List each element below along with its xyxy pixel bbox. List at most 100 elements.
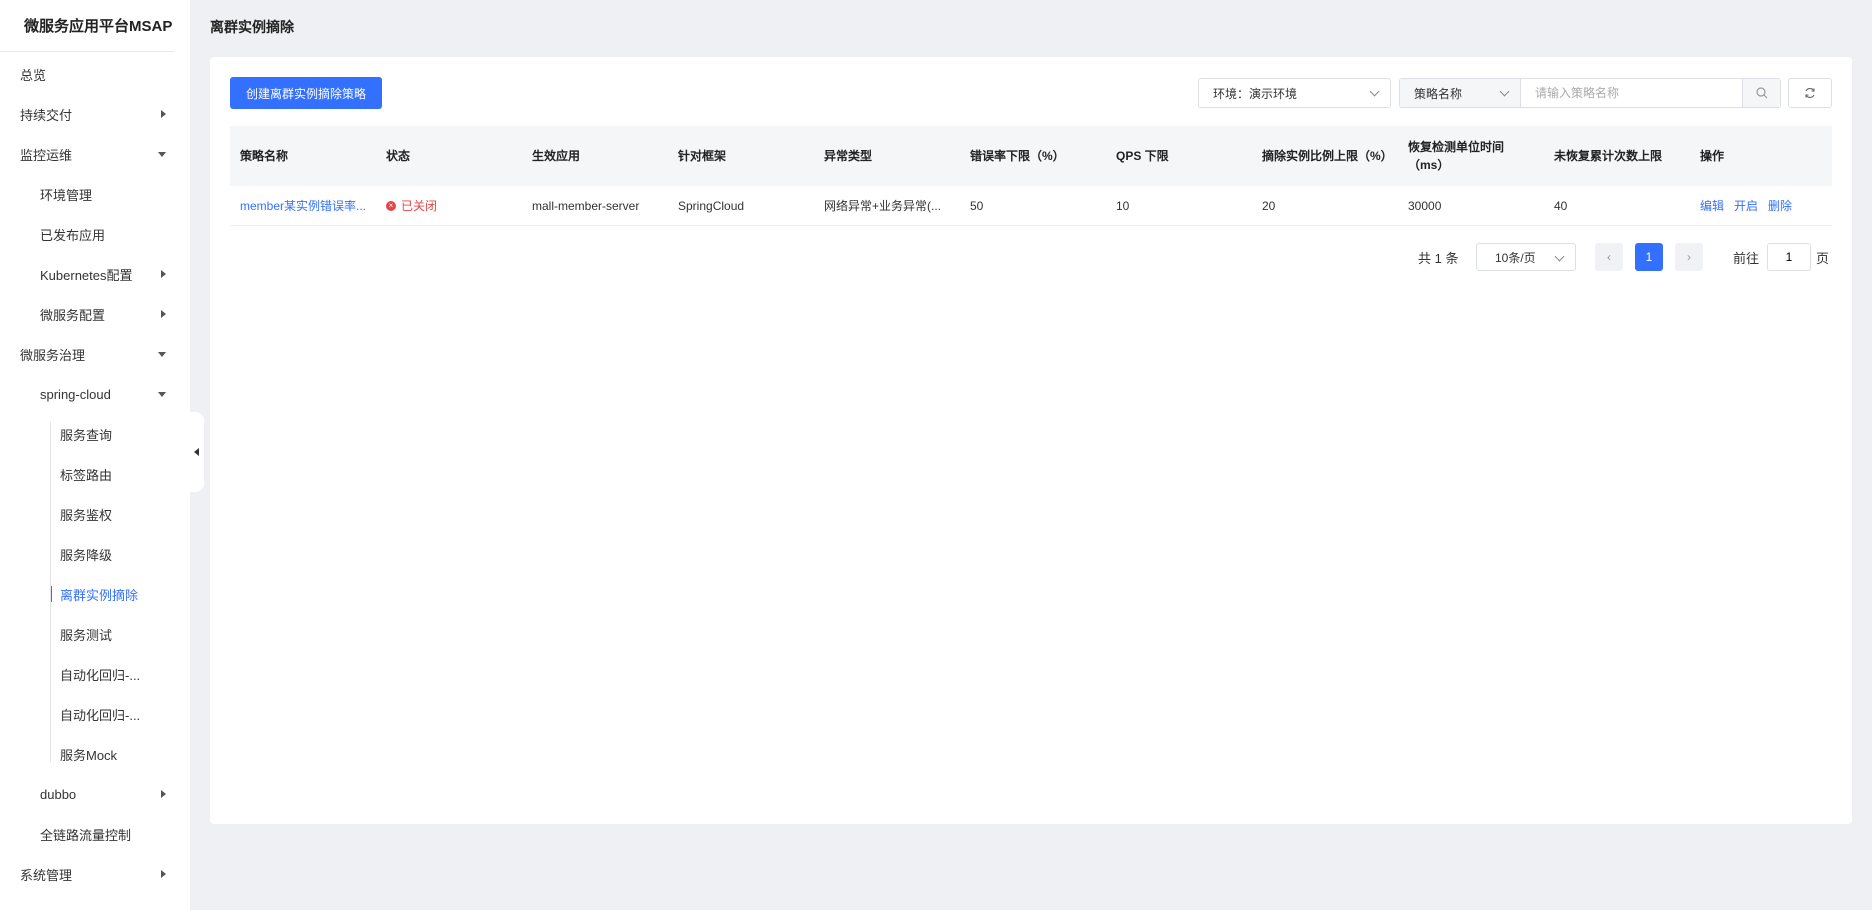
search-input[interactable] — [1521, 79, 1742, 107]
caret-right-icon — [161, 870, 166, 878]
env-select-value: 环境：演示环境 — [1213, 86, 1298, 101]
sidebar-item-label: 已发布应用 — [40, 227, 106, 243]
chevron-right-icon: › — [1687, 250, 1691, 264]
error-rate-cell: 50 — [970, 198, 984, 213]
sidebar-item-label: 环境管理 — [40, 187, 93, 203]
column-header: QPS 下限 — [1116, 149, 1169, 163]
sidebar-item-service-degrade[interactable]: 服务降级 — [0, 534, 190, 574]
sidebar-item-dubbo[interactable]: dubbo — [0, 774, 190, 814]
caret-right-icon — [161, 110, 166, 118]
sidebar-item-overview[interactable]: 总览 — [0, 54, 190, 94]
sidebar-item-label: 服务鉴权 — [60, 507, 113, 523]
qps-cell: 10 — [1116, 198, 1130, 213]
search-button[interactable] — [1742, 79, 1780, 107]
sidebar-item-service-test[interactable]: 服务测试 — [0, 614, 190, 654]
sidebar-item-label: 持续交付 — [20, 107, 73, 123]
page-title: 离群实例摘除 — [210, 19, 294, 35]
sidebar-item-kubernetes-config[interactable]: Kubernetes配置 — [0, 254, 190, 294]
column-header: 操作 — [1700, 149, 1725, 163]
column-header: 恢复检测单位时间（ms） — [1408, 140, 1505, 172]
framework-cell: SpringCloud — [678, 198, 745, 213]
sidebar-item-label: 总览 — [20, 67, 47, 83]
close-circle-icon: × — [386, 200, 396, 211]
sidebar-item-label: 服务降级 — [60, 547, 113, 563]
sidebar-item-auto-regression-2[interactable]: 自动化回归-... — [0, 694, 190, 734]
exception-cell: 网络异常+业务异常(... — [814, 186, 960, 225]
sidebar-item-label: 服务查询 — [60, 427, 113, 443]
app-title: 微服务应用平台MSAP — [0, 0, 174, 52]
chevron-down-icon — [1554, 251, 1565, 262]
sidebar-collapse-button[interactable] — [188, 412, 204, 492]
caret-right-icon — [161, 270, 166, 278]
prev-page-button[interactable]: ‹ — [1595, 243, 1623, 271]
column-header: 未恢复累计次数上限 — [1554, 149, 1663, 163]
sidebar-item-label: 监控运维 — [20, 147, 73, 163]
refresh-button[interactable] — [1788, 78, 1832, 108]
strategy-name-link[interactable]: member某实例错误率... — [240, 197, 366, 214]
column-header: 状态 — [386, 149, 411, 163]
count-cell: 40 — [1554, 198, 1568, 213]
delete-button[interactable]: 删除 — [1768, 197, 1792, 214]
page-number-button[interactable]: 1 — [1635, 243, 1663, 271]
sidebar: 微服务应用平台MSAP 总览 持续交付 监控运维 环境管理 已发布应用 Kube… — [0, 0, 190, 910]
sidebar-item-service-mock[interactable]: 服务Mock — [0, 734, 190, 774]
sidebar-item-monitoring[interactable]: 监控运维 — [0, 134, 190, 174]
enable-button[interactable]: 开启 — [1734, 197, 1758, 214]
sidebar-item-label: 自动化回归-... — [60, 667, 141, 683]
sidebar-item-microservice-governance[interactable]: 微服务治理 — [0, 334, 190, 374]
sidebar-item-label: dubbo — [40, 786, 77, 802]
interval-cell: 30000 — [1408, 198, 1442, 213]
column-header: 策略名称 — [240, 149, 289, 163]
goto-suffix: 页 — [1816, 250, 1830, 266]
chevron-down-icon — [1499, 86, 1510, 97]
table-header: 策略名称 状态 生效应用 针对框架 异常类型 错误率下限（%） QPS 下限 摘… — [230, 126, 1832, 186]
page-size-value: 10条/页 — [1495, 250, 1536, 265]
sidebar-item-system-management[interactable]: 系统管理 — [0, 854, 190, 894]
sidebar-item-label: 微服务治理 — [20, 347, 86, 363]
sidebar-item-env-management[interactable]: 环境管理 — [0, 174, 190, 214]
column-header: 针对框架 — [678, 149, 727, 163]
sidebar-item-tag-routing[interactable]: 标签路由 — [0, 454, 190, 494]
app-cell: mall-member-server — [532, 198, 640, 213]
sidebar-item-label: 系统管理 — [20, 867, 73, 883]
strategy-name-cell: member某实例错误率... — [230, 186, 376, 225]
edit-button[interactable]: 编辑 — [1700, 197, 1724, 214]
caret-down-icon — [158, 352, 166, 357]
sidebar-item-outlier-ejection[interactable]: 离群实例摘除 — [0, 574, 190, 614]
sidebar-item-full-link-traffic[interactable]: 全链路流量控制 — [0, 814, 190, 854]
search-type-value: 策略名称 — [1414, 86, 1463, 101]
sidebar-item-label: Kubernetes配置 — [40, 267, 133, 283]
pagination-goto: 前往 页 — [1733, 243, 1829, 271]
sidebar-item-auto-regression-1[interactable]: 自动化回归-... — [0, 654, 190, 694]
caret-down-icon — [158, 152, 166, 157]
status-text: 已关闭 — [401, 199, 438, 213]
table-row: member某实例错误率... × 已关闭 mall-member-server… — [230, 186, 1832, 226]
column-header: 摘除实例比例上限（%） — [1262, 149, 1393, 163]
sidebar-item-service-auth[interactable]: 服务鉴权 — [0, 494, 190, 534]
sidebar-item-spring-cloud[interactable]: spring-cloud — [0, 374, 190, 414]
sidebar-item-label: 全链路流量控制 — [40, 827, 132, 843]
sidebar-nav: 总览 持续交付 监控运维 环境管理 已发布应用 Kubernetes配置 微服务… — [0, 52, 190, 894]
strategy-table: 策略名称 状态 生效应用 针对框架 异常类型 错误率下限（%） QPS 下限 摘… — [230, 126, 1832, 226]
caret-down-icon — [158, 392, 166, 397]
sidebar-item-microservice-config[interactable]: 微服务配置 — [0, 294, 190, 334]
column-header: 生效应用 — [532, 149, 581, 163]
status-cell: × 已关闭 — [376, 186, 522, 225]
env-select[interactable]: 环境：演示环境 — [1198, 78, 1391, 108]
create-strategy-button[interactable]: 创建离群实例摘除策略 — [230, 77, 383, 109]
goto-page-input[interactable] — [1767, 243, 1812, 271]
sidebar-item-label: 微服务配置 — [40, 307, 106, 323]
next-page-button[interactable]: › — [1675, 243, 1703, 271]
caret-right-icon — [161, 790, 166, 798]
search-type-select[interactable]: 策略名称 — [1400, 79, 1521, 107]
sidebar-item-published-apps[interactable]: 已发布应用 — [0, 214, 190, 254]
chevron-down-icon — [1369, 86, 1380, 97]
search-icon — [1755, 87, 1767, 99]
ratio-cell: 20 — [1262, 198, 1276, 213]
page-size-select[interactable]: 10条/页 — [1476, 243, 1576, 271]
sidebar-item-service-query[interactable]: 服务查询 — [0, 414, 190, 454]
sidebar-item-continuous-delivery[interactable]: 持续交付 — [0, 94, 190, 134]
sidebar-item-label: spring-cloud — [40, 386, 111, 402]
actions-cell: 编辑 开启 删除 — [1690, 186, 1826, 225]
column-header: 异常类型 — [824, 149, 873, 163]
